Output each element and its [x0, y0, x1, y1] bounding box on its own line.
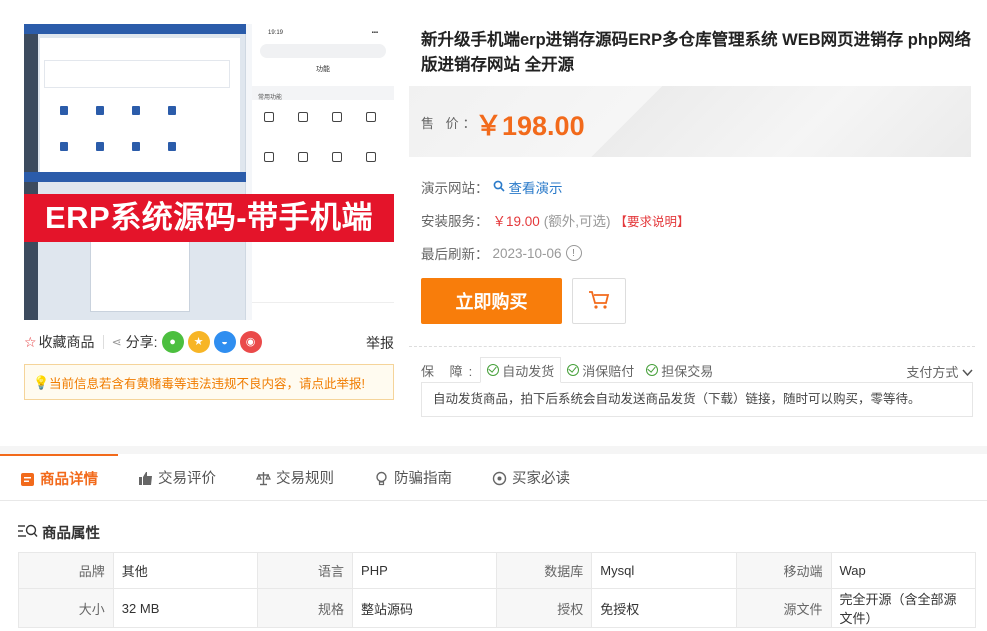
- thumbs-up-icon: [138, 471, 152, 485]
- install-request-link[interactable]: 【要求说明】: [615, 211, 690, 230]
- chevron-down-icon: [962, 365, 973, 380]
- product-title: 新升级手机端erp进销存源码ERP多仓库管理系统 WEB网页进销存 php网络版…: [421, 31, 972, 74]
- qzone-share-icon[interactable]: ★: [187, 331, 210, 353]
- weibo-share-icon[interactable]: ◉: [239, 331, 262, 353]
- pc-screenshot: [24, 24, 246, 320]
- refresh-date: 2023-10-06: [492, 245, 562, 261]
- table-row: 品牌 其他 语言 PHP 数据库 Mysql 移动端 Wap: [18, 552, 976, 589]
- payment-methods-dropdown[interactable]: 支付方式: [906, 362, 973, 381]
- attributes-title: 商品属性: [18, 522, 100, 543]
- report-warning[interactable]: 💡 当前信息若含有黄赌毒等违法违规不良内容，请点此举报!: [24, 364, 394, 400]
- detail-tabs: 商品详情 交易评价 交易规则 防骗指南 买家必读: [0, 454, 987, 501]
- check-icon: [487, 364, 500, 376]
- wechat-share-icon[interactable]: ●: [161, 331, 184, 353]
- star-icon: ☆: [24, 333, 37, 350]
- guarantee-description: 自动发货商品，拍下后系统会自动发送商品发货（下载）链接，随时可以购买，零等待。: [421, 382, 973, 417]
- tab-buyer-notice[interactable]: 买家必读: [472, 454, 590, 501]
- price-box: 售 价： ￥198.00: [409, 86, 971, 157]
- buy-now-button[interactable]: 立即购买: [421, 278, 562, 324]
- qq-share-icon[interactable]: ◒: [213, 331, 236, 353]
- search-icon: [493, 180, 505, 195]
- share-group: ⋖ 分享: ● ★ ◒ ◉: [112, 331, 262, 353]
- cart-icon: [588, 290, 610, 313]
- price-value: ￥198.00: [475, 111, 585, 141]
- tab-reviews[interactable]: 交易评价: [118, 454, 236, 501]
- tab-product-details[interactable]: 商品详情: [0, 454, 118, 501]
- guarantee-tab-escrow[interactable]: 担保交易: [640, 357, 719, 383]
- divider: [409, 346, 975, 347]
- install-price: ￥19.00: [492, 214, 540, 229]
- demo-link[interactable]: 查看演示: [509, 177, 563, 197]
- lightbulb-icon: [374, 471, 388, 485]
- check-icon: [567, 364, 580, 376]
- lightbulb-icon: 💡: [33, 375, 50, 390]
- product-image[interactable]: 19:19 ▪▪▪ 功能 常用功能 ERP系统源码-带手机端: [24, 24, 394, 320]
- guarantee-tab-compensation[interactable]: 消保赔付: [561, 357, 640, 383]
- demo-row: 演示网站： 查看演示: [421, 177, 563, 197]
- attributes-table: 品牌 其他 语言 PHP 数据库 Mysql 移动端 Wap 大小 32 MB …: [18, 552, 976, 628]
- check-icon: [646, 364, 659, 376]
- product-actions: ☆ 收藏商品 ⋖ 分享: ● ★ ◒ ◉ 举报: [24, 330, 394, 354]
- table-row: 大小 32 MB 规格 整站源码 授权 免授权 源文件 完全开源（含全部源文件）: [18, 588, 976, 628]
- price-label: 售 价：: [421, 116, 480, 131]
- refresh-row: 最后刷新： 2023-10-06 !: [421, 243, 582, 263]
- add-to-cart-button[interactable]: [572, 278, 626, 324]
- guarantee-bar: 保 障: 自动发货 消保赔付 担保交易 支付方式: [421, 357, 973, 383]
- target-icon: [492, 471, 507, 485]
- info-icon[interactable]: !: [565, 245, 582, 261]
- scale-icon: [256, 471, 271, 485]
- list-search-icon: [18, 523, 38, 543]
- section-separator: [0, 446, 987, 454]
- favorite-button[interactable]: ☆ 收藏商品: [24, 332, 95, 352]
- tab-trade-rules[interactable]: 交易规则: [236, 454, 354, 501]
- install-row: 安装服务： ￥19.00 (额外,可选) 【要求说明】: [421, 210, 690, 230]
- tab-anti-fraud[interactable]: 防骗指南: [354, 454, 472, 501]
- phone-screenshot: 19:19 ▪▪▪ 功能 常用功能: [252, 24, 394, 320]
- share-icon: ⋖: [111, 335, 122, 349]
- product-banner: ERP系统源码-带手机端: [24, 194, 394, 242]
- document-icon: [20, 472, 34, 486]
- guarantee-tab-auto-delivery[interactable]: 自动发货: [480, 357, 562, 383]
- report-link[interactable]: 举报: [366, 333, 394, 353]
